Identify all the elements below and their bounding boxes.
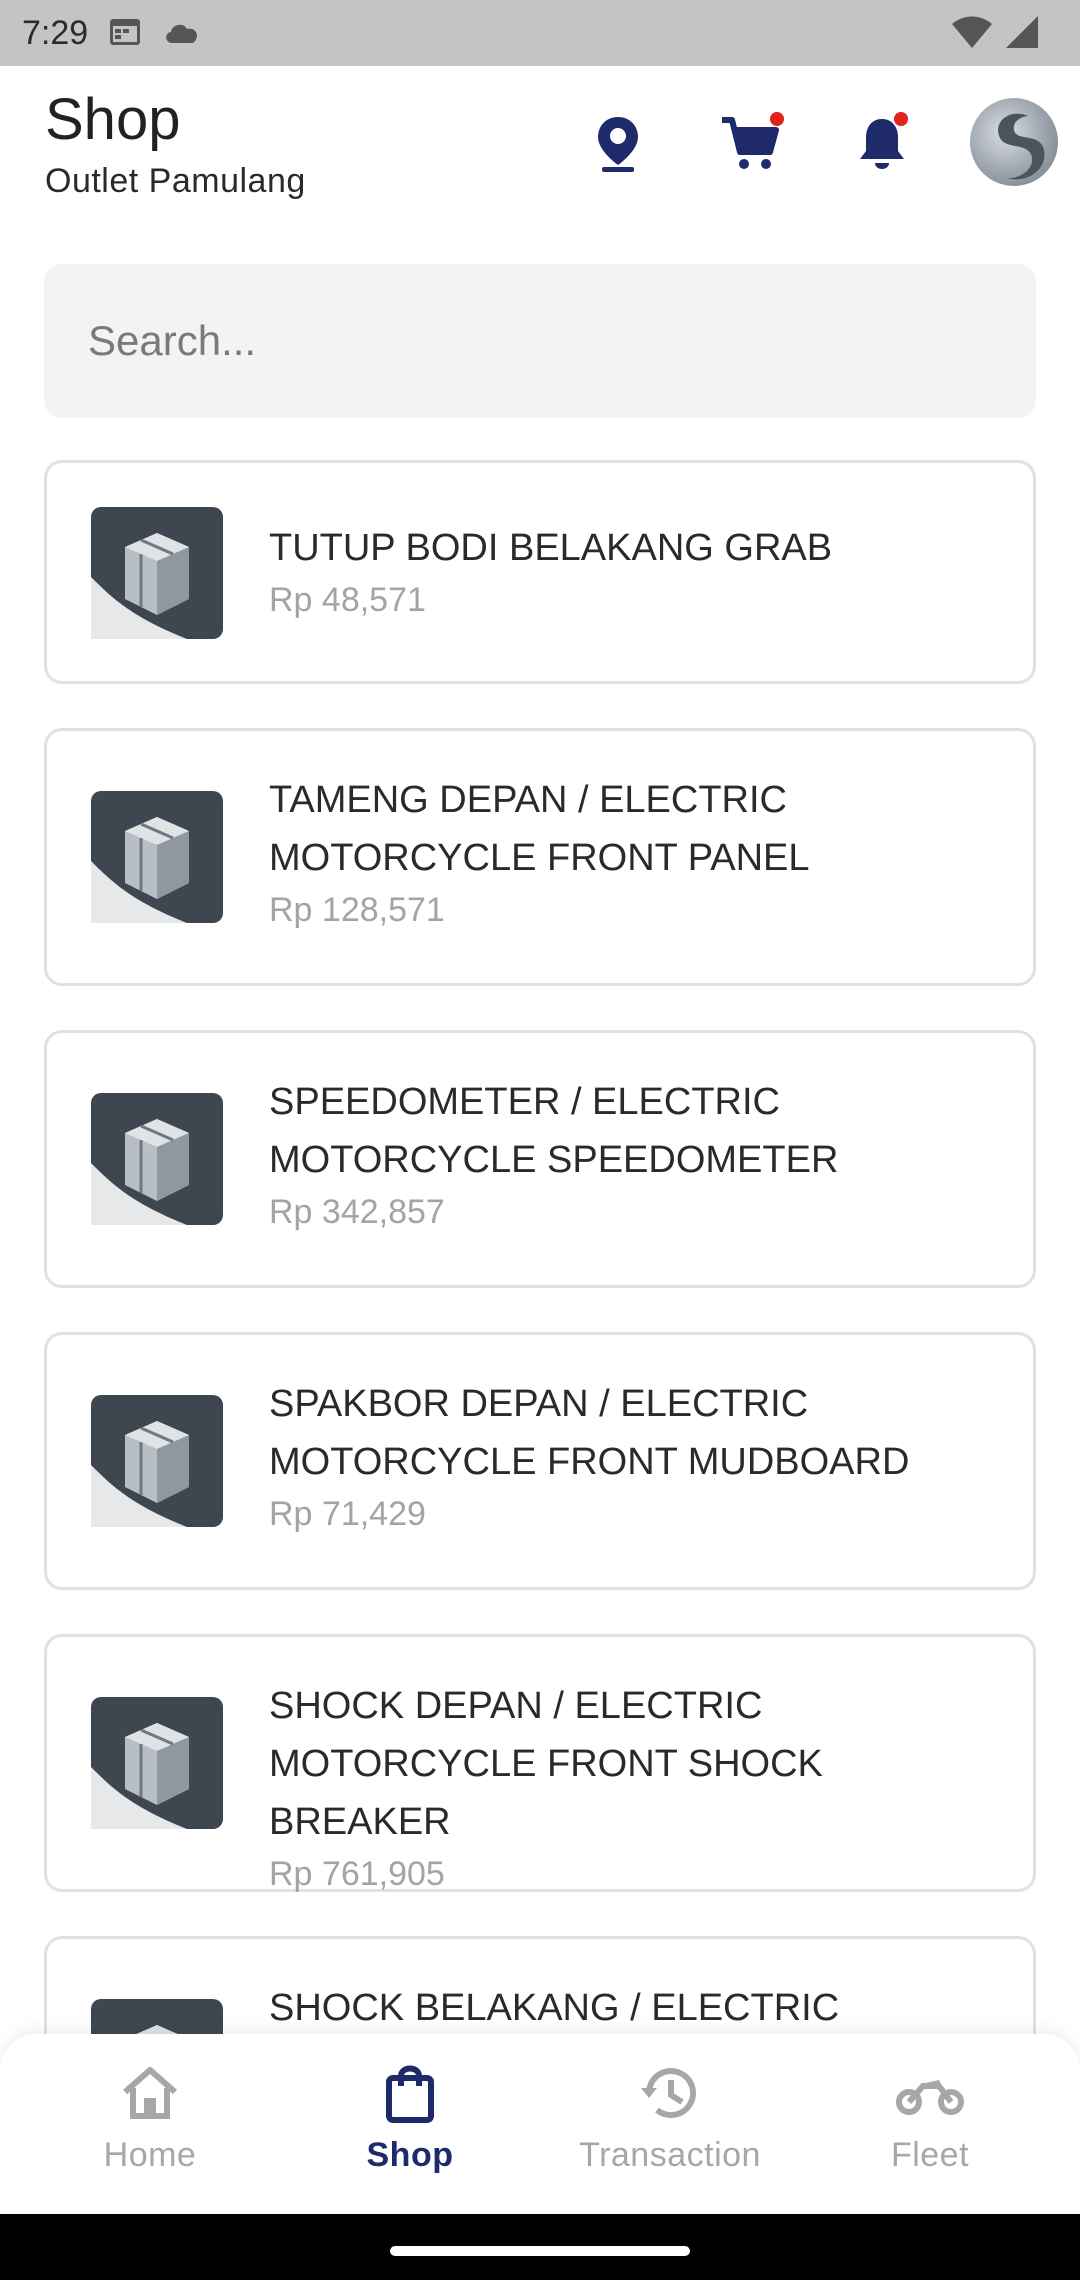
history-icon (635, 2058, 705, 2128)
product-price: Rp 128,571 (269, 891, 445, 929)
nav-label: Home (103, 2136, 197, 2174)
nav-fleet[interactable]: Fleet (800, 2058, 1060, 2188)
outlet-name: Outlet Pamulang (45, 162, 306, 200)
cloud-icon (162, 17, 202, 50)
cart-badge (770, 112, 784, 126)
product-box-icon (91, 1093, 223, 1225)
product-box-icon (91, 1395, 223, 1527)
calendar-icon (108, 15, 142, 52)
home-gesture-handle[interactable] (390, 2246, 690, 2256)
product-name: TUTUP BODI BELAKANG GRAB (269, 527, 833, 569)
product-name-line2: MOTORCYCLE FRONT SHOCK BREAKER (269, 1743, 823, 1843)
product-name: SHOCK BELAKANG / ELECTRIC (269, 1987, 840, 2029)
wifi-icon (950, 14, 994, 55)
status-bar: 7:29 (0, 0, 1080, 66)
product-box-icon (91, 1697, 223, 1829)
shopping-bag-icon (375, 2058, 445, 2128)
app-header: Shop Outlet Pamulang (0, 66, 1080, 236)
product-price: Rp 342,857 (269, 1193, 445, 1231)
product-box-icon (91, 507, 223, 639)
product-price: Rp 48,571 (269, 581, 426, 619)
search-input[interactable] (44, 264, 1036, 418)
motorcycle-icon (895, 2058, 965, 2128)
product-name: TAMENG DEPAN / ELECTRIC (269, 779, 787, 821)
cart-icon[interactable] (718, 112, 784, 176)
product-name-line2: MOTORCYCLE SPEEDOMETER (269, 1139, 839, 1181)
notification-badge (894, 112, 908, 126)
nav-label: Transaction (579, 2136, 761, 2174)
nav-transaction[interactable]: Transaction (540, 2058, 800, 2188)
product-name: SPAKBOR DEPAN / ELECTRIC (269, 1383, 809, 1425)
signal-icon (1004, 14, 1040, 55)
product-name-line2: MOTORCYCLE FRONT PANEL (269, 837, 810, 879)
product-name: SHOCK DEPAN / ELECTRIC (269, 1685, 763, 1727)
product-name-line2: MOTORCYCLE FRONT MUDBOARD (269, 1441, 910, 1483)
avatar[interactable] (970, 98, 1058, 186)
product-price: Rp 71,429 (269, 1495, 426, 1533)
nav-home[interactable]: Home (20, 2058, 280, 2188)
product-card[interactable]: SPEEDOMETER / ELECTRIC MOTORCYCLE SPEEDO… (44, 1030, 1036, 1288)
bell-icon[interactable] (850, 112, 914, 176)
product-card[interactable]: SPAKBOR DEPAN / ELECTRIC MOTORCYCLE FRON… (44, 1332, 1036, 1590)
location-pin-icon[interactable] (586, 112, 650, 176)
product-card[interactable]: TUTUP BODI BELAKANG GRAB Rp 48,571 (44, 460, 1036, 684)
product-box-icon (91, 791, 223, 923)
nav-label: Fleet (890, 2136, 970, 2174)
bottom-navigation: Home Shop Transaction Fleet (0, 2034, 1080, 2214)
nav-label: Shop (366, 2136, 454, 2174)
product-name: SPEEDOMETER / ELECTRIC (269, 1081, 780, 1123)
product-card[interactable]: TAMENG DEPAN / ELECTRIC MOTORCYCLE FRONT… (44, 728, 1036, 986)
page-title: Shop (45, 87, 181, 152)
home-icon (115, 2058, 185, 2128)
status-time: 7:29 (22, 13, 89, 52)
product-price: Rp 761,905 (269, 1855, 445, 1893)
product-card[interactable]: SHOCK DEPAN / ELECTRIC MOTORCYCLE FRONT … (44, 1634, 1036, 1893)
nav-shop[interactable]: Shop (280, 2058, 540, 2188)
